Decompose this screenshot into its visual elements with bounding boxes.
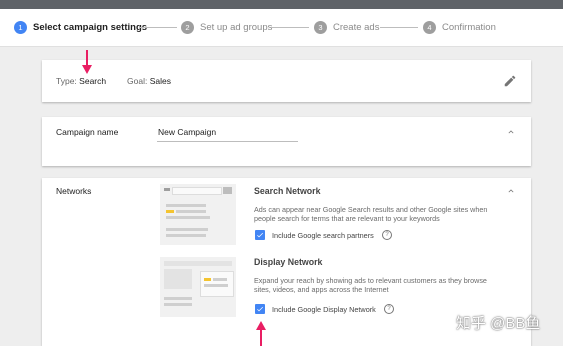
campaign-name-input[interactable]: New Campaign xyxy=(158,127,216,137)
search-partners-checkbox[interactable] xyxy=(255,230,265,240)
step-label: Confirmation xyxy=(442,22,496,33)
display-network-illustration xyxy=(160,257,236,317)
type-label: Type: xyxy=(56,76,77,86)
campaign-name-label: Campaign name xyxy=(56,127,119,137)
step-number: 1 xyxy=(14,21,27,34)
illustration-line xyxy=(176,210,206,213)
networks-label: Networks xyxy=(56,186,92,196)
type-value: Search xyxy=(79,76,107,86)
edit-pencil-icon[interactable] xyxy=(503,74,517,88)
illustration-line xyxy=(166,216,210,219)
step-connector xyxy=(380,27,418,28)
type-field: Type: Search xyxy=(56,76,106,86)
illustration-searchbox xyxy=(172,187,222,195)
illustration-line xyxy=(204,284,228,287)
check-icon xyxy=(257,306,263,312)
illustration-logo xyxy=(164,188,170,191)
campaign-summary-card[interactable]: Type: Search Goal: Sales xyxy=(42,60,531,102)
step-confirmation[interactable]: 4 Confirmation xyxy=(423,9,496,46)
illustration-image xyxy=(164,269,192,289)
display-network-label: Include Google Display Network xyxy=(272,305,376,314)
watermark: 知乎 @BB鱼 xyxy=(456,315,541,332)
search-network-illustration xyxy=(160,184,236,245)
illustration-header xyxy=(164,261,232,266)
step-connector xyxy=(271,27,309,28)
step-select-campaign-settings[interactable]: 1 Select campaign settings xyxy=(14,9,147,46)
step-number: 2 xyxy=(181,21,194,34)
check-icon xyxy=(257,232,263,238)
illustration-line xyxy=(166,234,206,237)
chevron-up-icon[interactable] xyxy=(506,127,516,137)
campaign-name-underline xyxy=(157,141,298,142)
illustration-search-button xyxy=(223,187,232,194)
search-network-title: Search Network xyxy=(254,186,321,196)
help-icon[interactable]: ? xyxy=(382,230,392,240)
step-connector xyxy=(139,27,177,28)
annotation-arrow-down-icon xyxy=(82,50,92,74)
illustration-line xyxy=(166,228,208,231)
goal-label: Goal: xyxy=(127,76,148,86)
goal-value: Sales xyxy=(149,76,171,86)
illustration-line xyxy=(213,278,227,281)
help-icon[interactable]: ? xyxy=(384,304,394,314)
step-label: Create ads xyxy=(333,22,380,33)
goal-field: Goal: Sales xyxy=(127,76,171,86)
illustration-line xyxy=(164,297,192,300)
step-number: 3 xyxy=(314,21,327,34)
campaign-stepper: 1 Select campaign settings 2 Set up ad g… xyxy=(0,9,563,47)
display-network-description: Expand your reach by showing ads to rele… xyxy=(254,276,487,294)
search-network-description: Ads can appear near Google Search result… xyxy=(254,205,488,223)
step-create-ads[interactable]: 3 Create ads xyxy=(314,9,379,46)
step-label: Select campaign settings xyxy=(33,22,148,33)
chevron-up-icon[interactable] xyxy=(506,186,516,196)
illustration-ad-tag xyxy=(166,210,174,213)
step-set-up-ad-groups[interactable]: 2 Set up ad groups xyxy=(181,9,272,46)
annotation-arrow-up-icon xyxy=(256,321,266,346)
campaign-name-card: Campaign name New Campaign xyxy=(42,117,531,166)
illustration-line xyxy=(164,303,192,306)
step-label: Set up ad groups xyxy=(200,22,273,33)
illustration-line xyxy=(166,204,206,207)
display-network-checkbox[interactable] xyxy=(255,304,265,314)
step-number: 4 xyxy=(423,21,436,34)
illustration-ad-tag xyxy=(204,278,211,281)
display-network-title: Display Network xyxy=(254,257,323,267)
search-partners-label: Include Google search partners xyxy=(272,231,374,240)
top-bar xyxy=(0,0,563,9)
